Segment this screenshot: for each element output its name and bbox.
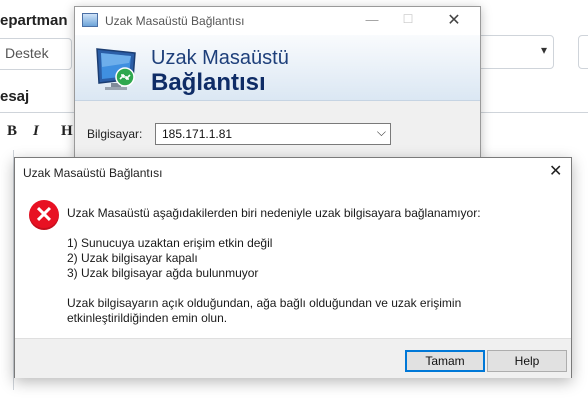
department-label: epartman [0, 12, 68, 29]
editor-toolbar: B I H [0, 112, 76, 150]
dialog-button-bar: Tamam Help [15, 338, 571, 378]
remote-desktop-logo-icon [96, 48, 136, 90]
ok-button[interactable]: Tamam [405, 350, 485, 372]
error-dialog-titlebar[interactable]: Uzak Masaüstü Bağlantısı ✕ [15, 158, 571, 186]
editor-edge [0, 150, 14, 390]
secondary-button[interactable] [578, 35, 588, 69]
rdp-window: Uzak Masaüstü Bağlantısı — ☐ ✕ Uzak Masa… [74, 6, 481, 158]
error-note-line2: etkinleştirildiğinden emin olun. [67, 311, 228, 325]
divider [478, 112, 588, 113]
maximize-icon[interactable]: ☐ [401, 12, 415, 26]
computer-combobox[interactable]: 185.171.1.81 ⌵ [155, 123, 391, 145]
rdp-app-icon [82, 13, 98, 27]
message-label: esaj [0, 88, 30, 105]
computer-label: Bilgisayar: [87, 127, 143, 141]
italic-button[interactable]: I [33, 123, 39, 140]
rdp-window-title: Uzak Masaüstü Bağlantısı [105, 14, 245, 28]
rdp-banner-title-line2: Bağlantısı [151, 69, 266, 96]
error-message: Uzak Masaüstü aşağıdakilerden biri neden… [67, 206, 481, 220]
error-icon: ✕ [29, 200, 59, 230]
rdp-titlebar[interactable]: Uzak Masaüstü Bağlantısı — ☐ ✕ [75, 7, 480, 35]
error-dialog: Uzak Masaüstü Bağlantısı ✕ ✕ Uzak Masaüs… [14, 157, 572, 378]
reason-item: 1) Sunucuya uzaktan erişim etkin değil [67, 236, 273, 250]
department-select[interactable]: Destek [0, 38, 72, 70]
rdp-banner-title-line1: Uzak Masaüstü [151, 47, 289, 69]
heading-button[interactable]: H [61, 123, 73, 140]
secondary-select[interactable]: ▾ [478, 35, 554, 69]
minimize-icon[interactable]: — [365, 12, 379, 27]
error-note-line1: Uzak bilgisayarın açık olduğundan, ağa b… [67, 296, 462, 310]
bold-button[interactable]: B [7, 123, 17, 140]
chevron-down-icon: ▾ [540, 43, 547, 57]
chevron-down-icon[interactable]: ⌵ [377, 125, 386, 140]
computer-value: 185.171.1.81 [162, 127, 233, 141]
error-dialog-title: Uzak Masaüstü Bağlantısı [23, 166, 163, 180]
close-icon[interactable]: ✕ [447, 10, 461, 30]
close-icon[interactable]: ✕ [549, 161, 562, 181]
help-button[interactable]: Help [487, 350, 567, 372]
reason-item: 3) Uzak bilgisayar ağda bulunmuyor [67, 266, 259, 280]
rdp-banner: Uzak Masaüstü Bağlantısı [75, 35, 480, 101]
reason-item: 2) Uzak bilgisayar kapalı [67, 251, 198, 265]
